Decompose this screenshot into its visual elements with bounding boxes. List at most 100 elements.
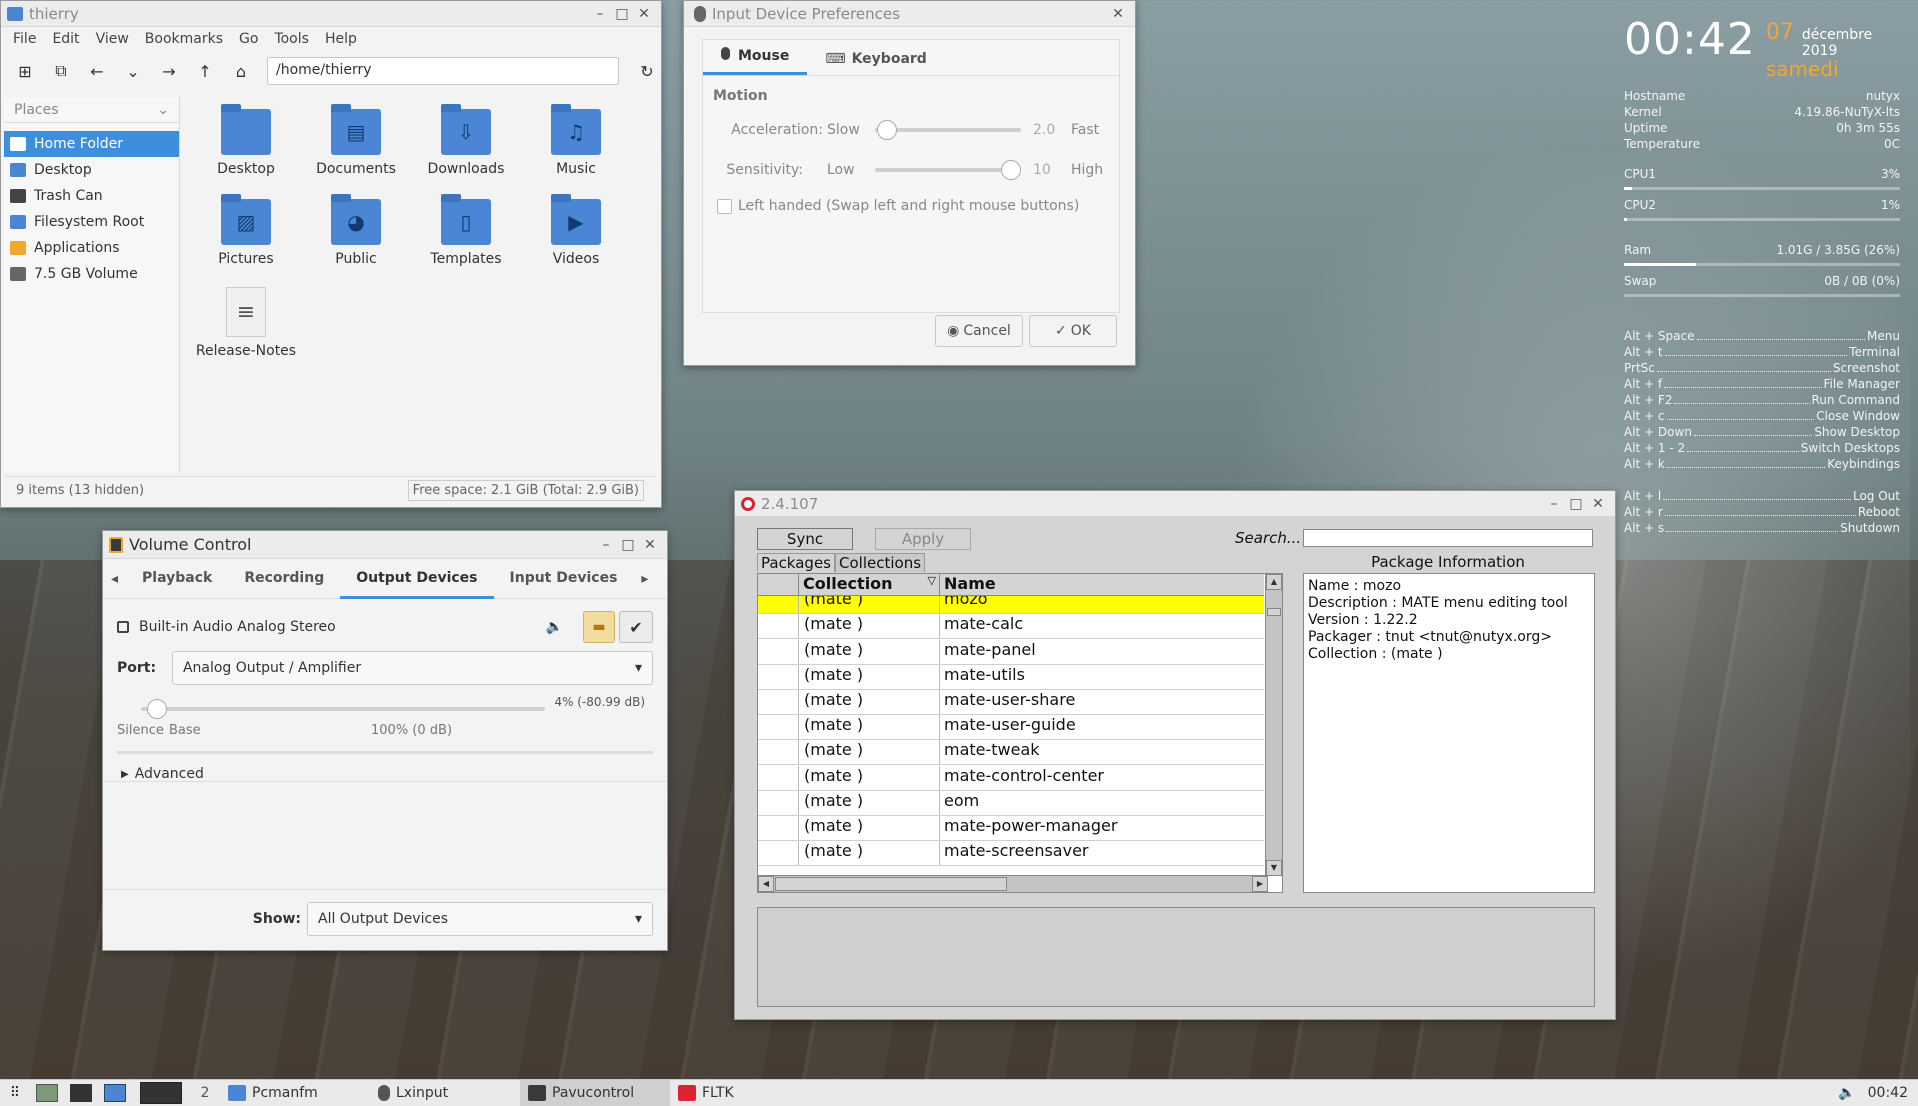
file-manager-launcher-icon[interactable] xyxy=(104,1084,126,1102)
file-item-downloads[interactable]: ⇩ Downloads xyxy=(411,101,521,177)
task-button-pavucontrol[interactable]: Pavucontrol xyxy=(520,1079,670,1106)
table-row[interactable]: (mate ) mate-control-center xyxy=(758,765,1264,791)
default-check-icon[interactable]: ✔ xyxy=(619,611,653,643)
menu-view[interactable]: View xyxy=(96,31,129,47)
table-row[interactable]: (mate ) mate-screensaver xyxy=(758,841,1264,867)
file-manager-titlebar[interactable]: thierry – □ ✕ xyxy=(1,1,661,27)
port-select[interactable]: Analog Output / Amplifier ▾ xyxy=(171,651,653,685)
menu-bookmarks[interactable]: Bookmarks xyxy=(145,31,223,47)
maximize-button[interactable]: □ xyxy=(617,537,639,553)
places-header[interactable]: Places ⌄ xyxy=(4,97,179,123)
column-header-name[interactable]: Name xyxy=(940,574,996,595)
minimize-button[interactable]: – xyxy=(1543,496,1565,512)
mute-icon[interactable]: 🔈 xyxy=(546,619,563,635)
table-row[interactable]: (mate ) mate-tweak xyxy=(758,740,1264,766)
horizontal-scrollbar-thumb[interactable] xyxy=(775,877,1007,891)
menu-tools[interactable]: Tools xyxy=(274,31,309,47)
file-item-desktop[interactable]: Desktop xyxy=(191,101,301,177)
file-item-public[interactable]: ◕ Public xyxy=(301,191,411,267)
menu-go[interactable]: Go xyxy=(239,31,258,47)
left-handed-checkbox[interactable] xyxy=(717,198,732,214)
volume-control-titlebar[interactable]: Volume Control – □ ✕ xyxy=(103,531,667,559)
tab-collections[interactable]: Collections xyxy=(835,553,926,572)
close-button[interactable]: ✕ xyxy=(1587,496,1609,512)
tab-scroll-left-icon[interactable]: ◂ xyxy=(103,571,126,587)
table-row[interactable]: (mate ) eom xyxy=(758,790,1264,816)
advanced-expander[interactable]: ▶ Advanced xyxy=(117,760,653,788)
history-dropdown-icon[interactable]: ⌄ xyxy=(119,57,147,85)
task-button-lxinput[interactable]: Lxinput xyxy=(370,1080,520,1106)
table-row[interactable]: (mate ) mate-panel xyxy=(758,639,1264,665)
show-select[interactable]: All Output Devices ▾ xyxy=(307,902,653,936)
place-7-5-gb-volume[interactable]: 7.5 GB Volume xyxy=(4,261,179,287)
tab-keyboard[interactable]: ⌨ Keyboard xyxy=(807,51,944,75)
back-icon[interactable]: ← xyxy=(83,57,111,85)
home-icon[interactable]: ⌂ xyxy=(227,57,255,85)
file-item-pictures[interactable]: ▨ Pictures xyxy=(191,191,301,267)
acceleration-slider-knob[interactable] xyxy=(877,120,897,140)
file-item-templates[interactable]: ▯ Templates xyxy=(411,191,521,267)
place-desktop[interactable]: Desktop xyxy=(4,157,179,183)
search-input[interactable] xyxy=(1303,529,1593,547)
apply-button[interactable]: Apply xyxy=(875,528,971,550)
minimize-button[interactable]: – xyxy=(589,6,611,22)
cancel-button[interactable]: ◉ Cancel xyxy=(935,315,1023,347)
table-row[interactable]: (mate ) mate-user-share xyxy=(758,690,1264,715)
pager-icon[interactable] xyxy=(140,1082,182,1104)
forward-icon[interactable]: → xyxy=(155,57,183,85)
place-home-folder[interactable]: Home Folder xyxy=(4,131,179,157)
volume-slider[interactable] xyxy=(141,699,545,719)
new-tab-icon[interactable]: ⊞ xyxy=(11,57,39,85)
table-row[interactable]: (mate ) mate-calc xyxy=(758,614,1264,640)
maximize-button[interactable]: □ xyxy=(611,6,633,22)
scrollbar-thumb[interactable] xyxy=(1267,608,1281,616)
task-button-fltk[interactable]: FLTK xyxy=(670,1080,820,1106)
file-item-documents[interactable]: ▤ Documents xyxy=(301,101,411,177)
table-row[interactable]: (mate ) mate-power-manager xyxy=(758,816,1264,841)
file-item-release-notes[interactable]: ≡ Release-Notes xyxy=(191,281,301,359)
table-row[interactable]: (mate ) mate-user-guide xyxy=(758,715,1264,741)
set-fallback-icon[interactable]: ▬ xyxy=(583,611,615,643)
ok-button[interactable]: ✓ OK xyxy=(1029,315,1117,347)
menu-file[interactable]: File xyxy=(13,31,36,47)
taskbar-clock[interactable]: 00:42 xyxy=(1868,1085,1908,1101)
desktop-number[interactable]: 2 xyxy=(190,1085,220,1101)
acceleration-slider[interactable] xyxy=(875,120,1021,140)
up-icon[interactable]: ↑ xyxy=(191,57,219,85)
horizontal-scrollbar[interactable]: ◀ ▶ xyxy=(758,875,1268,892)
close-button[interactable]: ✕ xyxy=(633,6,655,22)
scroll-right-icon[interactable]: ▶ xyxy=(1252,876,1268,892)
sensitivity-slider[interactable] xyxy=(875,160,1021,180)
close-button[interactable]: ✕ xyxy=(1107,6,1129,22)
vertical-scrollbar[interactable]: ▲ ▼ xyxy=(1265,574,1282,876)
volume-slider-knob[interactable] xyxy=(147,699,167,719)
place-applications[interactable]: Applications xyxy=(4,235,179,261)
sensitivity-slider-knob[interactable] xyxy=(1001,160,1021,180)
app-menu-icon[interactable]: ⠿ xyxy=(0,1085,30,1101)
file-item-videos[interactable]: ▶ Videos xyxy=(521,191,631,267)
new-window-icon[interactable]: ⧉ xyxy=(47,57,75,85)
file-item-music[interactable]: ♫ Music xyxy=(521,101,631,177)
minimize-button[interactable]: – xyxy=(595,537,617,553)
menu-edit[interactable]: Edit xyxy=(52,31,79,47)
tab-input-devices[interactable]: Input Devices xyxy=(494,558,634,599)
maximize-button[interactable]: □ xyxy=(1565,496,1587,512)
table-row[interactable]: (mate ) mate-utils xyxy=(758,664,1264,690)
path-input[interactable]: /home/thierry xyxy=(267,57,619,85)
close-button[interactable]: ✕ xyxy=(639,537,661,553)
scroll-left-icon[interactable]: ◀ xyxy=(758,876,774,892)
sync-button[interactable]: Sync xyxy=(757,528,853,550)
place-filesystem-root[interactable]: Filesystem Root xyxy=(4,209,179,235)
tab-playback[interactable]: Playback xyxy=(126,558,228,599)
fltk-titlebar[interactable]: 2.4.107 – □ ✕ xyxy=(735,491,1615,517)
go-icon[interactable]: ↻ xyxy=(633,57,661,85)
tab-mouse[interactable]: Mouse xyxy=(703,47,808,75)
tab-packages[interactable]: Packages xyxy=(757,553,835,572)
scroll-up-icon[interactable]: ▲ xyxy=(1266,574,1282,590)
menu-help[interactable]: Help xyxy=(325,31,357,47)
tab-recording[interactable]: Recording xyxy=(228,558,340,599)
volume-tray-icon[interactable]: 🔈 xyxy=(1838,1085,1855,1101)
scroll-down-icon[interactable]: ▼ xyxy=(1266,860,1282,876)
column-header-collection[interactable]: Collection ▽ xyxy=(799,574,940,595)
place-trash-can[interactable]: Trash Can xyxy=(4,183,179,209)
